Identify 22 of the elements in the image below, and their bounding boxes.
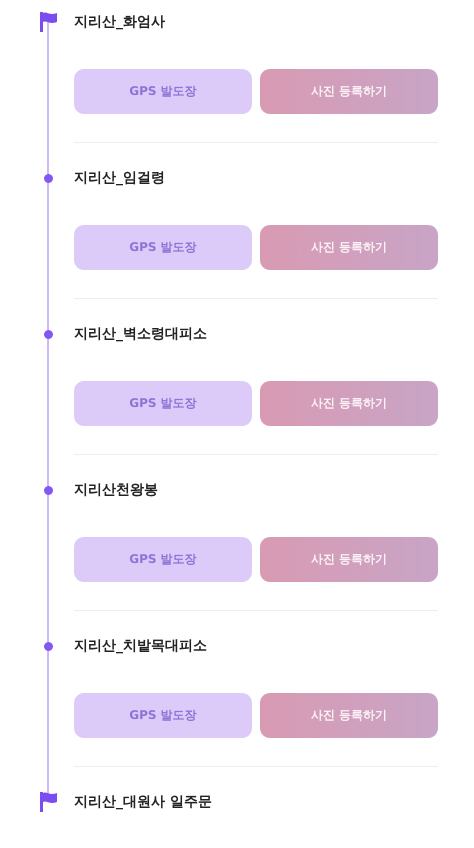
photo-upload-button[interactable]: 사진 등록하기 (260, 225, 438, 270)
stop-title: 지리산_치밭목대피소 (74, 637, 208, 656)
dot-icon (44, 486, 52, 494)
stop-title: 지리산_화엄사 (74, 13, 166, 32)
photo-upload-button[interactable]: 사진 등록하기 (260, 537, 438, 582)
dot-icon (44, 330, 52, 338)
photo-upload-button[interactable]: 사진 등록하기 (260, 693, 438, 738)
stop-title: 지리산_임걸령 (74, 169, 166, 188)
photo-upload-button[interactable]: 사진 등록하기 (260, 69, 438, 114)
flag-icon (40, 12, 57, 32)
gps-stamp-button[interactable]: GPS 발도장 (74, 69, 252, 114)
gps-stamp-button[interactable]: GPS 발도장 (74, 225, 252, 270)
gps-stamp-button[interactable]: GPS 발도장 (74, 693, 252, 738)
stop-title: 지리산_대원사 일주문 (74, 793, 213, 812)
gps-stamp-button[interactable]: GPS 발도장 (74, 381, 252, 426)
gps-stamp-button[interactable]: GPS 발도장 (74, 537, 252, 582)
photo-upload-button[interactable]: 사진 등록하기 (260, 381, 438, 426)
stop-title: 지리산천왕봉 (74, 481, 159, 500)
flag-icon (40, 792, 57, 812)
stop-title: 지리산_벽소령대피소 (74, 325, 208, 344)
dot-icon (44, 174, 52, 182)
dot-icon (44, 642, 52, 650)
